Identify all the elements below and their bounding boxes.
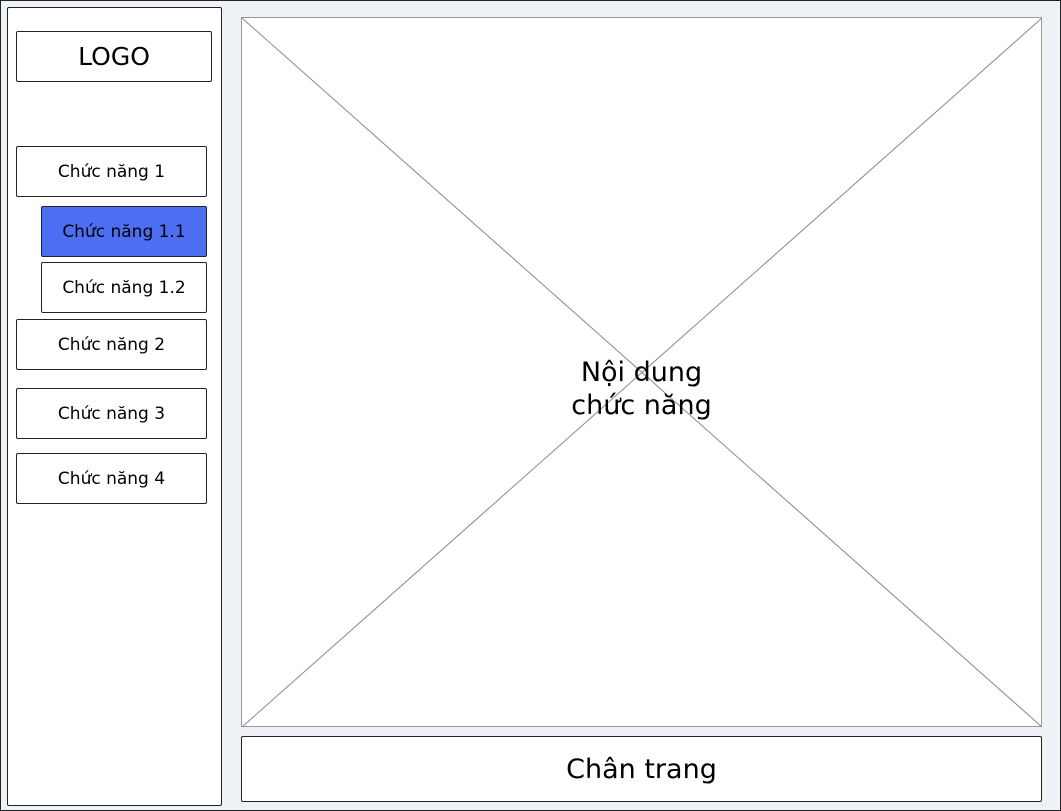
app-window: LOGO Chức năng 1 Chức năng 1.1 Chức năng… [0,0,1061,811]
sidebar-item-chuc-nang-4[interactable]: Chức năng 4 [16,453,207,504]
sidebar-item-label: Chức năng 4 [57,468,166,489]
content-label-line-2: chức năng [571,390,712,421]
sidebar-item-chuc-nang-2[interactable]: Chức năng 2 [16,319,207,370]
sidebar-item-label: Chức năng 1.1 [62,221,186,242]
sidebar-item-label: Chức năng 2 [57,334,166,355]
sidebar-item-label: Chức năng 3 [57,403,166,424]
sidebar-item-chuc-nang-1-1[interactable]: Chức năng 1.1 [41,206,207,257]
sidebar-item-label: Chức năng 1.2 [62,277,186,298]
content-label-line-1: Nội dung [580,357,703,388]
logo[interactable]: LOGO [16,31,212,82]
sidebar-item-chuc-nang-3[interactable]: Chức năng 3 [16,388,207,439]
content-label: Nội dung chức năng [242,356,1041,422]
content-placeholder: Nội dung chức năng [241,17,1042,727]
footer: Chân trang [241,736,1042,802]
footer-label: Chân trang [566,753,717,785]
logo-text: LOGO [78,42,150,71]
sidebar-item-label: Chức năng 1 [57,161,166,182]
sidebar-item-chuc-nang-1-2[interactable]: Chức năng 1.2 [41,262,207,313]
sidebar-item-chuc-nang-1[interactable]: Chức năng 1 [16,146,207,197]
